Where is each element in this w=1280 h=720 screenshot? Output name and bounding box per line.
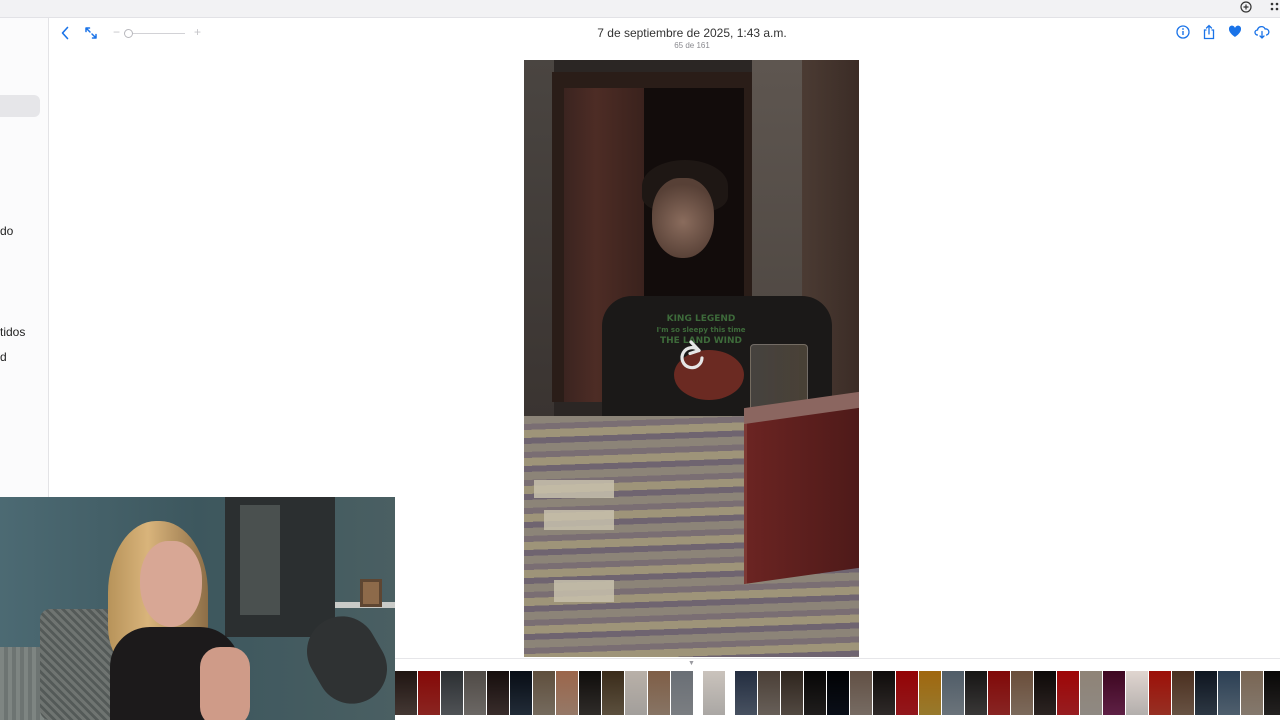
zoom-minus[interactable]: −: [113, 25, 120, 39]
thumbnail[interactable]: [919, 671, 941, 715]
thumbnail[interactable]: [671, 671, 693, 715]
thumbnail[interactable]: [1034, 671, 1056, 715]
thumbnail-row: [395, 671, 1280, 715]
reload-button[interactable]: [674, 339, 710, 377]
favorite-button[interactable]: [1227, 25, 1243, 43]
thumbnail[interactable]: [648, 671, 670, 715]
thumbnail[interactable]: [556, 671, 578, 715]
webcam-door: [240, 505, 280, 615]
thumbnail[interactable]: [873, 671, 895, 715]
photo-card: [544, 510, 614, 530]
photo-box: [744, 407, 859, 585]
thumbnail[interactable]: [1195, 671, 1217, 715]
thumbnail[interactable]: [781, 671, 803, 715]
thumbnail[interactable]: [602, 671, 624, 715]
share-button[interactable]: [1201, 24, 1217, 45]
heart-icon: [1228, 25, 1242, 43]
thumbnail[interactable]: [988, 671, 1010, 715]
zoom-knob[interactable]: [124, 29, 133, 38]
chevron-left-icon: [60, 26, 70, 45]
thumbnail[interactable]: [464, 671, 486, 715]
plus-circle-icon[interactable]: [1240, 1, 1252, 16]
thumbnail[interactable]: [896, 671, 918, 715]
thumbnail[interactable]: [487, 671, 509, 715]
thumbnail[interactable]: [758, 671, 780, 715]
expand-arrows-icon: [84, 26, 98, 45]
info-icon: [1176, 24, 1190, 44]
download-cloud-icon: [1254, 25, 1270, 44]
thumbnail[interactable]: [942, 671, 964, 715]
thumbnail[interactable]: [735, 671, 757, 715]
photo-person-face: [652, 178, 714, 258]
photo-counter: 65 de 161: [674, 41, 710, 50]
thumbnail[interactable]: [1011, 671, 1033, 715]
photo-wall: [524, 60, 554, 420]
thumbnail[interactable]: [1264, 671, 1280, 715]
webcam-person-arm: [200, 647, 250, 720]
thumbnail[interactable]: [395, 671, 417, 715]
fullscreen-button[interactable]: [82, 26, 100, 44]
photo-header: 7 de septiembre de 2025, 1:43 a.m. 65 de…: [492, 26, 892, 50]
thumbnail[interactable]: [703, 671, 725, 715]
thumbnail[interactable]: [441, 671, 463, 715]
reload-icon: [677, 339, 707, 377]
thumbnail-gap: [694, 671, 702, 715]
sidebar: do tidos d: [0, 18, 49, 498]
thumbnail[interactable]: [850, 671, 872, 715]
photo-card: [554, 580, 614, 602]
window-top-strip: [0, 0, 1280, 18]
thumbnail[interactable]: [1241, 671, 1263, 715]
thumbnail[interactable]: [827, 671, 849, 715]
zoom-plus[interactable]: +: [194, 25, 201, 39]
current-thumbnail-marker: ▼: [688, 660, 695, 667]
webcam-overlay: [0, 497, 395, 720]
thumbnail[interactable]: [1126, 671, 1148, 715]
thumbnail[interactable]: [1218, 671, 1240, 715]
info-button[interactable]: [1175, 24, 1191, 44]
thumbnail[interactable]: [625, 671, 647, 715]
thumbnail[interactable]: [1103, 671, 1125, 715]
photo-card: [534, 480, 614, 498]
thumbnail[interactable]: [510, 671, 532, 715]
download-button[interactable]: [1254, 25, 1270, 44]
share-icon: [1202, 24, 1216, 45]
sidebar-item-label[interactable]: do: [0, 224, 13, 238]
grid-icon[interactable]: [1270, 1, 1280, 16]
thumbnail[interactable]: [533, 671, 555, 715]
webcam-picture-frame: [360, 579, 382, 607]
thumbnail[interactable]: [965, 671, 987, 715]
thumbnail[interactable]: [1080, 671, 1102, 715]
sidebar-item-label[interactable]: tidos: [0, 325, 25, 339]
thumbnail[interactable]: [804, 671, 826, 715]
webcam-person-face: [140, 541, 202, 627]
thumbnail-filmstrip: ▼: [395, 658, 1280, 720]
sidebar-item-label[interactable]: d: [0, 350, 7, 364]
thumbnail[interactable]: [1172, 671, 1194, 715]
thumbnail[interactable]: [418, 671, 440, 715]
main-photo[interactable]: KING LEGEND I'm so sleepy this time THE …: [524, 60, 859, 657]
sidebar-selected-item[interactable]: [0, 95, 40, 117]
thumbnail[interactable]: [1149, 671, 1171, 715]
thumbnail-gap: [726, 671, 734, 715]
zoom-track: [125, 33, 185, 34]
back-button[interactable]: [56, 26, 74, 44]
thumbnail[interactable]: [1057, 671, 1079, 715]
thumbnail[interactable]: [579, 671, 601, 715]
zoom-slider[interactable]: − +: [111, 25, 211, 41]
photo-date-title: 7 de septiembre de 2025, 1:43 a.m.: [597, 26, 787, 40]
